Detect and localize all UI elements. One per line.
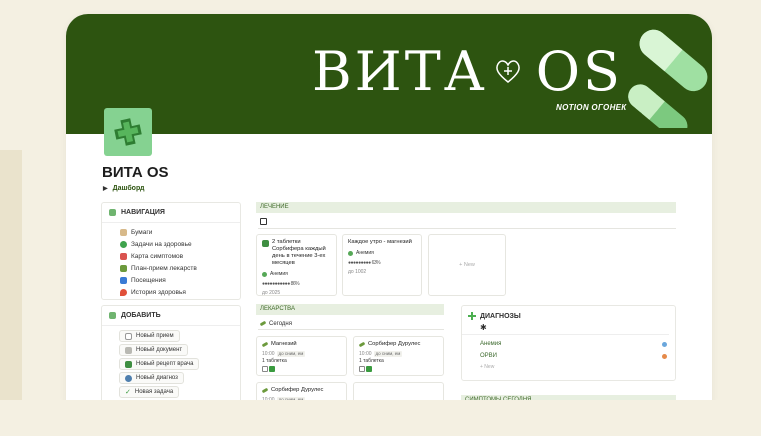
checkbox[interactable] [359,366,365,372]
heart-icon [120,252,127,260]
progress-bar: ●●●●●●●●●●● 86% [262,281,300,287]
document-icon [125,346,132,354]
new-task-button[interactable]: ✓ Новая задача [119,386,180,398]
brand-logo: ВИТА OS [312,42,623,102]
medicine-card[interactable]: Магнезий 10:00 до сним, ем 1 таблетка [256,336,347,376]
status-dot [262,271,267,277]
background-strip [0,150,22,436]
tab-today[interactable]: Сегодня [258,318,444,330]
pill-icon [358,341,366,348]
papers-icon [120,228,127,236]
new-prescription-button[interactable]: Новый рецепт врача [119,358,200,370]
progress-bar: ●●●●●●●●● 63% [348,260,381,266]
diagnosis-color-dot [662,341,667,347]
pill-capsules-icon [628,29,708,128]
bottle-icon [109,312,116,319]
treatment-date: до 1002 [348,269,367,275]
medicines-header: ЛЕКАРСТВА [256,304,444,315]
notion-page: ВИТА OS NOTION ОГОНЕК ВИТА OS ▶ Дашборд … [66,14,712,404]
diagnoses-panel: ДИАГНОЗЫ ✱ Анемия ОРВИ + New [461,305,676,381]
treatment-header: ЛЕЧЕНИЕ [256,202,676,213]
treatment-card[interactable]: Каждое утро - магнезий Анемия ●●●●●●●●● … [342,234,422,296]
navigation-panel: НАВИГАЦИЯ Бумаги Задачи на здоровье Карт… [101,202,241,300]
bottle-icon [109,209,116,216]
heart-plus-icon [496,60,520,83]
new-treatment-button[interactable]: + New [428,234,506,296]
hospital-icon [120,276,127,284]
navigation-header: НАВИГАЦИЯ [102,203,240,223]
diagnosis-color-dot [662,353,667,359]
diagnosis-row[interactable]: ОРВИ [462,350,675,362]
diagnosis-icon [125,374,132,382]
diagnoses-header: ДИАГНОЗЫ [462,306,675,323]
new-appointment-button[interactable]: Новый прием [119,330,180,342]
gallery-view-icon[interactable] [260,218,267,225]
nav-item-medication-plan[interactable]: План-прием лекарств [102,262,240,274]
medical-cross-icon [468,312,476,320]
nav-item-history[interactable]: История здоровья [102,286,240,298]
navigation-title: НАВИГАЦИЯ [121,209,165,216]
nav-item-symptoms[interactable]: Карта симптомов [102,250,240,262]
add-panel: ДОБАВИТЬ Новый прием Новый документ Новы… [101,305,241,404]
dashboard-toggle[interactable]: ▶ Дашборд [103,185,144,192]
add-title: ДОБАВИТЬ [121,312,161,319]
nav-item-papers[interactable]: Бумаги [102,226,240,238]
page-title: ВИТА OS [102,164,169,181]
checkbox-checked[interactable] [366,366,372,372]
treatment-date: до 2025 [262,290,281,296]
diagnosis-row[interactable]: Анемия [462,338,675,350]
triangle-right-icon: ▶ [103,186,108,192]
checkmark-icon: ✓ [125,389,131,396]
nav-item-tasks[interactable]: Задачи на здоровье [102,238,240,250]
brand-left: ВИТА [312,40,488,103]
new-diagnosis-button[interactable]: Новый диагноз [119,372,184,384]
page-icon [104,108,152,156]
pill-icon [259,320,267,327]
treatment-view-tabs [258,215,676,229]
pin-icon [120,288,127,296]
checkbox[interactable] [262,366,268,372]
toggle-label: Дашборд [112,185,145,192]
new-diagnosis-row[interactable]: + New [462,364,675,370]
pill-icon [261,341,269,348]
treatment-card[interactable]: 2 таблетки Сорбифера каждый день в течен… [256,234,337,296]
stethoscope-icon [125,332,132,340]
new-document-button[interactable]: Новый документ [119,344,189,356]
medicine-card[interactable]: Сорбифер Дурулес 10:00 до сним, ем 1 табл… [353,336,444,376]
pill-icon [120,264,127,272]
bottom-fade [0,400,761,436]
prescription-icon [262,240,269,247]
prescription-icon [125,360,132,368]
check-icon [120,240,127,248]
cover-banner: ВИТА OS NOTION ОГОНЕК [66,14,712,134]
add-header: ДОБАВИТЬ [102,306,240,326]
status-dot [348,250,353,256]
checkbox-checked[interactable] [269,366,275,372]
pill-icon [261,387,269,394]
brand-right: OS [535,40,623,103]
nav-item-visits[interactable]: Посещения [102,274,240,286]
medical-cross-icon [114,118,142,146]
asterisk-icon[interactable]: ✱ [462,323,669,335]
